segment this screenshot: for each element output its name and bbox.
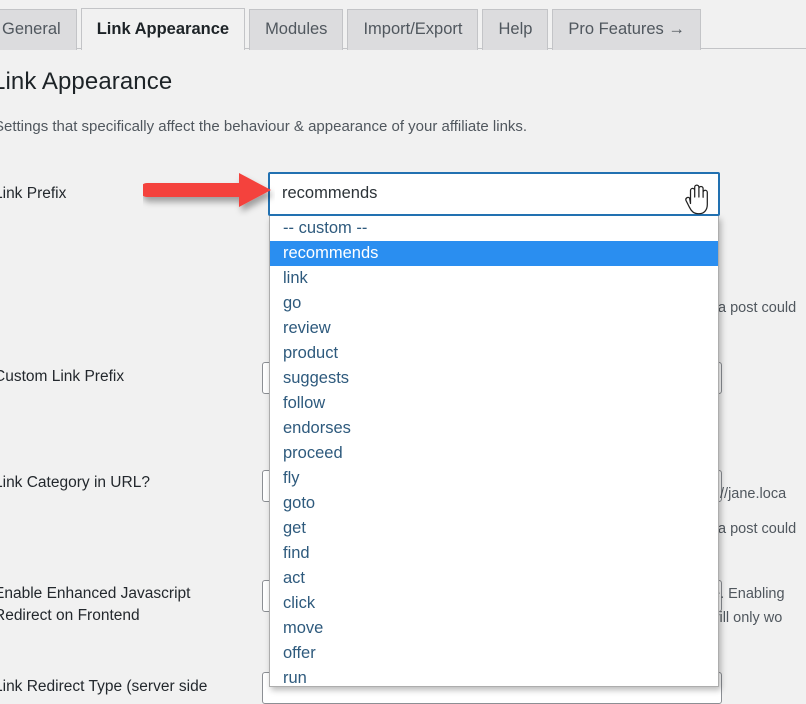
- label-link-category-in-url: Link Category in URL?: [0, 474, 150, 491]
- dropdown-option[interactable]: get: [270, 516, 718, 541]
- dropdown-option[interactable]: run: [270, 666, 718, 686]
- label-link-prefix: Link Prefix: [0, 185, 67, 202]
- dropdown-option[interactable]: suggests: [270, 366, 718, 391]
- dropdown-option[interactable]: follow: [270, 391, 718, 416]
- dropdown-option[interactable]: move: [270, 616, 718, 641]
- settings-tab-bar: General Link Appearance Modules Import/E…: [0, 0, 806, 51]
- dropdown-option[interactable]: -- custom --: [270, 216, 718, 241]
- link-prefix-select-value: recommends: [282, 184, 378, 202]
- dropdown-option[interactable]: fly: [270, 466, 718, 491]
- label-custom-link-prefix: Custom Link Prefix: [0, 368, 125, 385]
- dropdown-option[interactable]: goto: [270, 491, 718, 516]
- dropdown-option[interactable]: product: [270, 341, 718, 366]
- dropdown-option[interactable]: go: [270, 291, 718, 316]
- dropdown-option[interactable]: proceed: [270, 441, 718, 466]
- dropdown-option[interactable]: endorses: [270, 416, 718, 441]
- link-category-url-example-fragment: ://jane.loca: [716, 486, 787, 502]
- dropdown-option[interactable]: click: [270, 591, 718, 616]
- page-subtitle: Settings that specifically affect the be…: [0, 118, 528, 135]
- enhanced-js-description-fragment-1: e. Enabling: [712, 586, 785, 602]
- dropdown-option[interactable]: link: [270, 266, 718, 291]
- page-title: Link Appearance: [0, 68, 173, 95]
- link-prefix-description-fragment: a post could: [718, 300, 797, 316]
- tab-link-appearance[interactable]: Link Appearance: [80, 8, 246, 51]
- dropdown-option[interactable]: offer: [270, 641, 718, 666]
- label-enhanced-javascript-redirect: Enable Enhanced Javascript Redirect on F…: [0, 585, 191, 624]
- tab-help[interactable]: Help: [482, 9, 549, 50]
- dropdown-option[interactable]: act: [270, 566, 718, 591]
- link-category-description-fragment: a post could: [718, 521, 797, 537]
- tab-import-export[interactable]: Import/Export: [347, 9, 479, 50]
- dropdown-option[interactable]: find: [270, 541, 718, 566]
- dropdown-option[interactable]: recommends: [270, 241, 718, 266]
- dropdown-option[interactable]: review: [270, 316, 718, 341]
- link-prefix-select[interactable]: recommends: [268, 172, 720, 216]
- tab-pro-features[interactable]: Pro Features →: [552, 9, 701, 50]
- tab-modules[interactable]: Modules: [249, 9, 344, 50]
- link-prefix-dropdown-list[interactable]: -- custom -- recommends link go review produc…: [269, 216, 719, 687]
- chevron-down-icon[interactable]: [696, 191, 707, 202]
- settings-page: General Link Appearance Modules Import/E…: [0, 0, 806, 704]
- enhanced-js-description-fragment-2: will only wo: [709, 610, 783, 626]
- tab-strip: General Link Appearance Modules Import/E…: [0, 8, 701, 51]
- tab-general[interactable]: General: [0, 9, 77, 50]
